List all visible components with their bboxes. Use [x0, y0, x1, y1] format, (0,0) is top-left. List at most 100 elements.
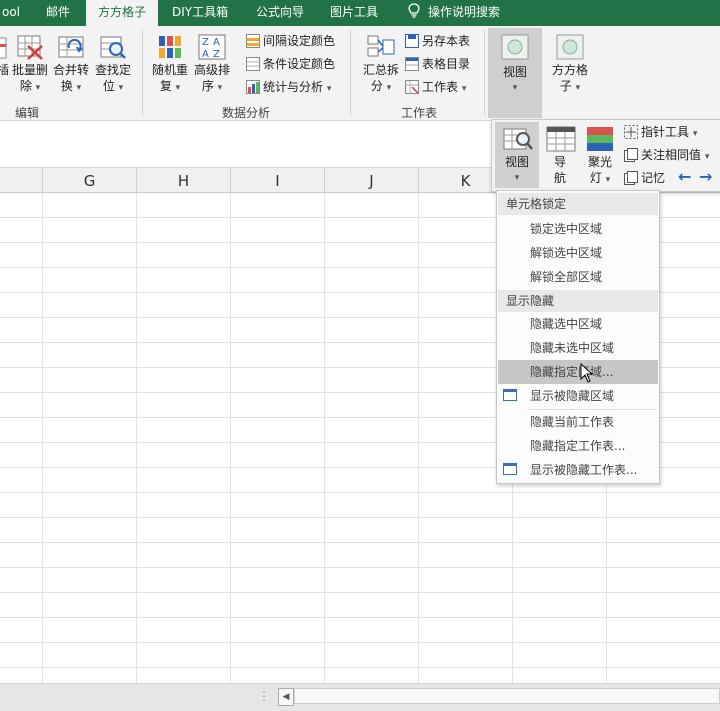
- tab-formula-wizard[interactable]: 公式向导: [256, 0, 304, 26]
- advanced-sort-button[interactable]: Z A A Z 高级排 序 ▾: [192, 34, 232, 96]
- tab-mail[interactable]: 邮件: [46, 0, 70, 26]
- tab-label: DIY工具箱: [172, 5, 229, 19]
- splitter-handle-icon[interactable]: ⋮: [258, 689, 270, 703]
- grid-row-line: [0, 567, 720, 568]
- menu-item-hide-current-sheet[interactable]: 隐藏当前工作表: [498, 410, 658, 434]
- pointer-tool-label: 指针工具: [641, 125, 690, 139]
- interval-color-button[interactable]: 间隔设定颜色: [246, 32, 335, 50]
- grid-column-line: [136, 193, 137, 683]
- dropdown-caret-icon: ▾: [512, 83, 518, 93]
- spotlight-label-2: 灯: [589, 171, 602, 185]
- memory-button[interactable]: 记忆: [624, 169, 665, 187]
- menu-item-lock-selection[interactable]: 锁定选中区域: [498, 217, 658, 241]
- svg-text:Z: Z: [202, 37, 209, 48]
- menu-item-show-hidden-sheet-label: 显示被隐藏工作表...: [530, 463, 638, 477]
- focus-same-value-button[interactable]: 关注相同值 ▾: [624, 146, 709, 164]
- grid-row-line: [0, 492, 720, 493]
- grid-row-line: [0, 542, 720, 543]
- statistics-icon: [246, 80, 260, 94]
- svg-text:A: A: [202, 49, 209, 60]
- popup-view-button[interactable]: 视图 ▾: [495, 122, 539, 188]
- redo-arrow-icon[interactable]: →: [699, 167, 712, 186]
- tab-fangfanggezi[interactable]: 方方格子: [86, 0, 158, 26]
- random-repeat-label-1: 随机重: [151, 63, 188, 77]
- grid-row-line: [0, 592, 720, 593]
- dropdown-caret-icon: ▾: [514, 173, 520, 183]
- worksheet-label: 工作表: [422, 80, 459, 94]
- undo-arrow-icon[interactable]: ←: [678, 167, 691, 186]
- save-sheet-as-button[interactable]: 另存本表: [405, 32, 470, 50]
- lightbulb-icon: [408, 3, 420, 18]
- worksheet-button[interactable]: 工作表 ▾: [405, 78, 466, 96]
- tab-label: 公式向导: [256, 5, 305, 19]
- column-header-g[interactable]: G: [43, 168, 137, 192]
- window-icon: [503, 463, 517, 475]
- statistics-analysis-button[interactable]: 统计与分析 ▾: [246, 78, 331, 96]
- menu-item-unlock-selection[interactable]: 解锁选中区域: [498, 241, 658, 265]
- menu-item-show-hidden-area-label: 显示被隐藏区域: [530, 389, 615, 403]
- column-header-h[interactable]: H: [137, 168, 231, 192]
- pointer-tool-button[interactable]: 指针工具 ▾: [624, 123, 697, 141]
- dropdown-caret-icon: ▾: [326, 84, 332, 94]
- fangfanggezi-label-2: 子: [559, 79, 572, 93]
- batch-delete-button[interactable]: 批量删 除 ▾: [10, 34, 50, 96]
- menu-item-hide-selection[interactable]: 隐藏选中区域: [498, 312, 658, 336]
- tab-tool[interactable]: ool: [0, 0, 30, 26]
- insert-button-partial[interactable]: 插: [0, 34, 10, 78]
- view-button[interactable]: 视图 ▾: [488, 28, 542, 118]
- condition-color-icon: [246, 57, 260, 71]
- fangfanggezi-button[interactable]: 方方格 子 ▾: [548, 34, 592, 96]
- navigation-button[interactable]: 导 航: [542, 122, 578, 186]
- dropdown-caret-icon: ▾: [461, 84, 467, 94]
- menu-item-hide-unselected[interactable]: 隐藏未选中区域: [498, 336, 658, 360]
- tab-diy-toolbox[interactable]: DIY工具箱: [172, 0, 228, 26]
- column-header-j[interactable]: J: [325, 168, 419, 192]
- merge-convert-button[interactable]: 合并转 换 ▾: [51, 34, 91, 96]
- dropdown-caret-icon: ▾: [35, 83, 41, 93]
- spotlight-button[interactable]: 聚光 灯 ▾: [582, 122, 618, 188]
- fangfanggezi-label-1: 方方格: [551, 63, 588, 77]
- spotlight-icon: [586, 126, 614, 152]
- horizontal-scrollbar[interactable]: [294, 688, 720, 704]
- tell-me-search[interactable]: 操作说明搜索: [408, 0, 500, 26]
- dropdown-caret-icon: ▾: [217, 83, 223, 93]
- menu-item-unlock-all[interactable]: 解锁全部区域: [498, 265, 658, 289]
- window-icon: [503, 389, 517, 401]
- menu-item-hide-specified-sheet[interactable]: 隐藏指定工作表...: [498, 434, 658, 458]
- grid-column-line: [230, 193, 231, 683]
- find-locate-button[interactable]: 查找定 位 ▾: [92, 34, 134, 96]
- interval-color-icon: [246, 34, 260, 48]
- batch-delete-icon: [16, 34, 44, 60]
- grid-column-line: [324, 193, 325, 683]
- menu-item-show-hidden-sheet[interactable]: 显示被隐藏工作表...: [498, 458, 658, 482]
- ribbon-tab-bar: ool 邮件 方方格子 DIY工具箱 公式向导 图片工具 操作说明搜索: [0, 0, 720, 26]
- menu-item-hide-specified[interactable]: 隐藏指定区域...: [498, 360, 658, 384]
- pointer-tool-icon: [624, 125, 638, 139]
- find-locate-label-1: 查找定: [94, 63, 131, 77]
- advanced-sort-label-1: 高级排: [193, 63, 230, 77]
- dropdown-caret-icon: ▾: [575, 83, 581, 93]
- column-header-i[interactable]: I: [231, 168, 325, 192]
- tab-picture-tools[interactable]: 图片工具: [330, 0, 378, 26]
- summary-split-button[interactable]: 汇总拆 分 ▾: [360, 34, 402, 96]
- scroll-left-icon[interactable]: ◀: [278, 688, 294, 706]
- column-header-partial[interactable]: [0, 168, 43, 192]
- condition-color-button[interactable]: 条件设定颜色: [246, 55, 335, 73]
- navigation-icon: [546, 126, 576, 152]
- random-repeat-button[interactable]: 随机重 复 ▾: [150, 34, 190, 96]
- table-directory-label: 表格目录: [422, 57, 471, 71]
- dropdown-caret-icon: ▾: [118, 83, 124, 93]
- tab-label: 邮件: [46, 5, 71, 19]
- batch-delete-label-2: 除: [19, 79, 32, 93]
- grid-row-line: [0, 617, 720, 618]
- menu-item-show-hidden-area[interactable]: 显示被隐藏区域: [498, 384, 658, 408]
- grid-row-line: [0, 667, 720, 668]
- group-label-edit: 编辑: [15, 106, 40, 120]
- ribbon: 插 批量删 除 ▾ 合并转 换 ▾ 查找定 位 ▾ 编辑 随机重 复 ▾ Z A…: [0, 26, 720, 121]
- merge-convert-label-2: 换: [60, 79, 73, 93]
- statistics-analysis-label: 统计与分析: [263, 80, 324, 94]
- group-label-worksheet: 工作表: [401, 106, 438, 120]
- table-directory-button[interactable]: 表格目录: [405, 55, 470, 73]
- memory-label: 记忆: [641, 171, 666, 185]
- group-label-data-analysis: 数据分析: [222, 106, 271, 120]
